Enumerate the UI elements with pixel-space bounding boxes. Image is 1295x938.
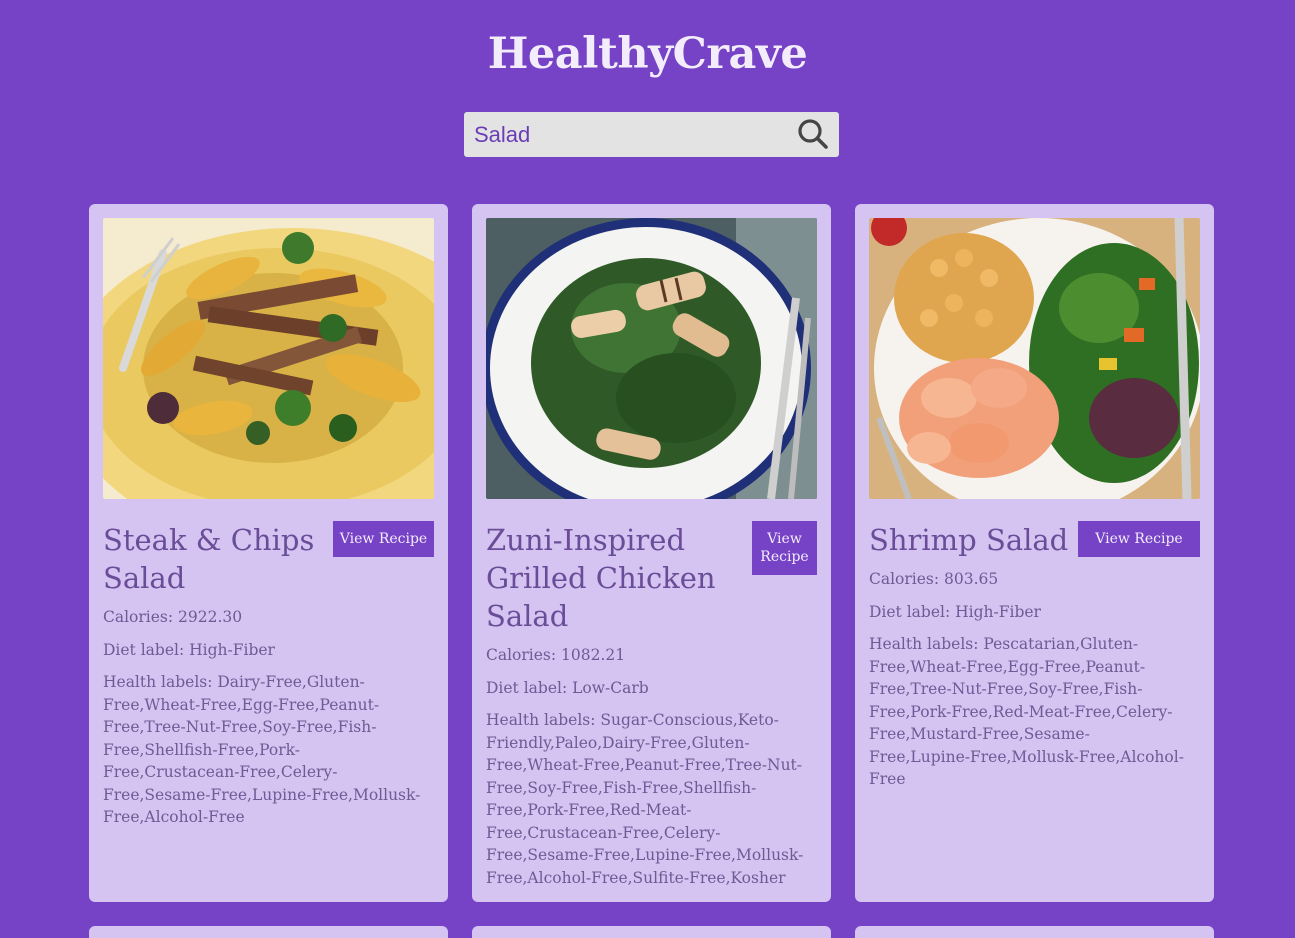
- recipe-title: Zuni-Inspired Grilled Chicken Salad: [486, 523, 716, 633]
- recipe-info: Calories: 2922.30 Diet label: High-Fiber…: [103, 606, 423, 839]
- calories-text: Calories: 803.65: [869, 570, 999, 588]
- recipe-title: Shrimp Salad: [869, 523, 1069, 557]
- view-recipe-button[interactable]: View Recipe: [1078, 521, 1200, 557]
- app-title: HealthyCrave: [487, 29, 808, 79]
- recipe-title: Steak & Chips Salad: [103, 523, 315, 595]
- diet-label-text: Diet label: High-Fiber: [103, 640, 275, 659]
- recipe-card: Zuni-Inspired Grilled Chicken Salad View…: [472, 204, 831, 902]
- recipe-card: [89, 926, 448, 938]
- recipe-card: [855, 926, 1214, 938]
- view-recipe-button[interactable]: View Recipe: [752, 521, 817, 575]
- diet-label-text: Diet label: High-Fiber: [869, 602, 1041, 621]
- search-icon[interactable]: [797, 118, 829, 150]
- calories-text: Calories: 1082.21: [486, 646, 626, 664]
- view-recipe-button[interactable]: View Recipe: [333, 521, 434, 557]
- recipe-info: Calories: 1082.21 Diet label: Low-Carb H…: [486, 644, 806, 899]
- recipe-info: Calories: 803.65 Diet label: High-Fiber …: [869, 568, 1189, 801]
- health-labels-text: Health labels: Pescatarian,Gluten-Free,W…: [869, 635, 1184, 788]
- health-labels-text: Health labels: Sugar-Conscious,Keto-Frie…: [486, 711, 804, 887]
- recipe-image-shrimp-salad[interactable]: [869, 218, 1200, 499]
- search-input[interactable]: [464, 112, 784, 157]
- diet-label-text: Diet label: Low-Carb: [486, 678, 649, 697]
- recipe-card: [472, 926, 831, 938]
- recipe-image-steak-chips-salad[interactable]: [103, 218, 434, 499]
- recipe-image-zuni-chicken-salad[interactable]: [486, 218, 817, 499]
- health-labels-text: Health labels: Dairy-Free,Gluten-Free,Wh…: [103, 673, 421, 826]
- search-bar: [464, 112, 839, 157]
- recipe-card: Steak & Chips Salad View Recipe Calories…: [89, 204, 448, 902]
- recipe-card: Shrimp Salad View Recipe Calories: 803.6…: [855, 204, 1214, 902]
- calories-text: Calories: 2922.30: [103, 608, 243, 626]
